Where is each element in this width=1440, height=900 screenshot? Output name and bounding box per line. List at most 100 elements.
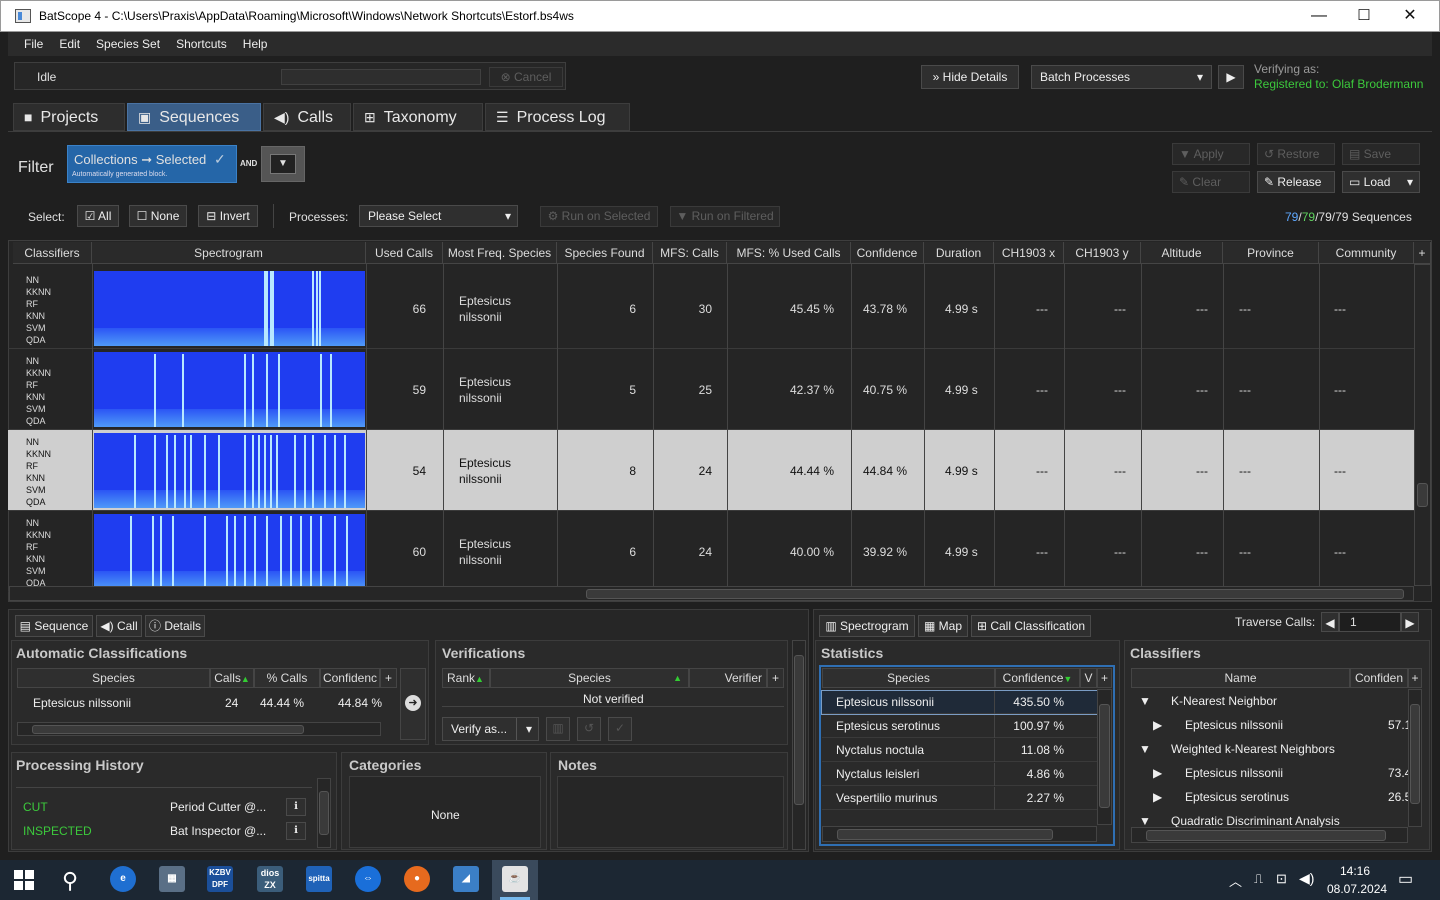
classifier-tree-row[interactable]: ▶ Eptesicus nilssonii 73.49 <box>1131 761 1408 785</box>
expanded-arrow-icon[interactable]: ▼ <box>1139 814 1151 827</box>
traverse-prev-button[interactable]: ◀ <box>1321 612 1339 632</box>
info-icon[interactable]: ℹ <box>286 798 306 816</box>
col-species-found[interactable]: Species Found <box>557 242 653 264</box>
delete-button[interactable]: ▥ <box>546 717 570 741</box>
menu-shortcuts[interactable]: Shortcuts <box>168 32 235 56</box>
menu-edit[interactable]: Edit <box>51 32 88 56</box>
auto-add-col[interactable]: + <box>380 668 397 688</box>
verif-col-rank[interactable]: Rank▲ <box>442 668 490 688</box>
auto-col-conf[interactable]: Confidenc <box>320 668 380 688</box>
dios-icon[interactable]: dios ZX <box>257 866 283 892</box>
release-button[interactable]: ✎ Release <box>1257 171 1335 193</box>
edge-icon[interactable]: e <box>110 866 136 892</box>
tab-taxonomy[interactable]: ⊞ Taxonomy <box>353 103 483 131</box>
calculator-icon[interactable]: ▦ <box>159 866 185 892</box>
stats-vscroll-thumb[interactable] <box>1099 704 1110 808</box>
hide-details-button[interactable]: » Hide Details <box>921 65 1019 89</box>
stats-hscroll[interactable] <box>822 826 1097 842</box>
tab-details[interactable]: ⓘ Details <box>145 615 205 637</box>
lower-left-vscroll-thumb[interactable] <box>794 655 804 805</box>
classifiers-hscroll[interactable] <box>1131 827 1408 843</box>
run-on-filtered-button[interactable]: ▼ Run on Filtered <box>670 206 780 227</box>
teamviewer-icon[interactable]: ⇔ <box>355 866 381 892</box>
network-icon[interactable]: ⊡ <box>1276 871 1287 887</box>
auto-col-pct[interactable]: % Calls <box>254 668 320 688</box>
stats-row[interactable]: Vespertilio murinus 2.27 % <box>822 787 1097 810</box>
table-vscroll-thumb[interactable] <box>1417 483 1428 507</box>
collapsed-arrow-icon[interactable]: ▶ <box>1153 790 1162 804</box>
history-vscroll[interactable] <box>317 778 331 848</box>
classifiers-hscroll-thumb[interactable] <box>1146 830 1386 841</box>
classifier-tree-row[interactable]: ▼ K-Nearest Neighbor <box>1131 689 1408 713</box>
cancel-button[interactable]: ⊗ Cancel <box>489 67 563 87</box>
col-used-calls[interactable]: Used Calls <box>366 242 443 264</box>
spectrogram-thumbnail[interactable] <box>94 271 365 346</box>
classifiers-col-conf[interactable]: Confiden <box>1350 668 1408 688</box>
tab-sequence[interactable]: ▤ Sequence <box>15 615 93 637</box>
save-button[interactable]: ▤ Save <box>1342 143 1420 165</box>
stats-add-col[interactable]: + <box>1097 668 1112 688</box>
auto-col-calls[interactable]: Calls▲ <box>210 668 254 688</box>
col-ch1903-y[interactable]: CH1903 y <box>1064 242 1141 264</box>
traverse-next-button[interactable]: ▶ <box>1401 612 1419 632</box>
spectrogram-thumbnail[interactable] <box>94 352 365 427</box>
stats-row[interactable]: Eptesicus nilssonii 435.50 % <box>821 690 1098 715</box>
col-altitude[interactable]: Altitude <box>1141 242 1223 264</box>
menu-file[interactable]: File <box>16 32 51 56</box>
stats-row[interactable]: Nyctalus leisleri 4.86 % <box>822 763 1097 786</box>
apply-button[interactable]: ▼ Apply <box>1172 143 1250 165</box>
col-classifiers[interactable]: Classifiers <box>13 242 92 264</box>
lower-left-vscroll[interactable] <box>792 640 806 850</box>
undo-button[interactable]: ↺ <box>577 717 601 741</box>
expanded-arrow-icon[interactable]: ▼ <box>1139 742 1151 756</box>
clock-time[interactable]: 14:16 <box>1340 864 1370 878</box>
col-most-freq-species[interactable]: Most Freq. Species <box>443 242 557 264</box>
classifiers-add-col[interactable]: + <box>1408 668 1422 688</box>
load-button[interactable]: ▭ Load ▾ <box>1342 171 1420 193</box>
col-mfs-calls[interactable]: MFS: Calls <box>653 242 727 264</box>
verif-col-verifier[interactable]: Verifier <box>689 668 767 688</box>
arrow-right-circle-icon[interactable]: ➜ <box>405 695 421 711</box>
stats-hscroll-thumb[interactable] <box>837 829 1053 840</box>
chevron-up-icon[interactable]: ︿ <box>1229 871 1242 890</box>
batch-processes-select[interactable]: Batch Processes ▾ <box>1031 65 1212 89</box>
volume-icon[interactable]: ◀) <box>1299 870 1314 887</box>
classifiers-vscroll[interactable] <box>1408 689 1422 827</box>
select-none-button[interactable]: ☐ None <box>129 205 187 227</box>
play-button[interactable]: ▶ <box>1218 65 1244 89</box>
col-mfs-pct[interactable]: MFS: % Used Calls <box>727 242 851 264</box>
verify-as-dropdown[interactable]: Verify as... ▾ <box>442 717 539 741</box>
verif-add-col[interactable]: + <box>767 668 784 688</box>
tab-map[interactable]: ▦ Map <box>918 615 968 637</box>
notes-textarea[interactable] <box>557 776 784 848</box>
close-button[interactable]: ✕ <box>1387 1 1433 31</box>
col-ch1903-x[interactable]: CH1903 x <box>994 242 1064 264</box>
clock-date[interactable]: 08.07.2024 <box>1327 882 1387 896</box>
table-row[interactable]: NN KKNN RF KNN SVM QDA 66 Eptesicus nilssonii 6 30… <box>8 268 1414 349</box>
table-row[interactable]: NN KKNN RF KNN SVM QDA 59 Eptesicus nilssonii 5 25… <box>8 349 1414 430</box>
processes-select[interactable]: Please Select ▾ <box>359 205 518 227</box>
windows-start-icon[interactable] <box>14 870 34 890</box>
classifier-tree-row[interactable]: ▶ Eptesicus nilssonii 57.14 <box>1131 713 1408 737</box>
minimize-button[interactable]: — <box>1296 1 1342 31</box>
invert-button[interactable]: ⊟ Invert <box>198 205 258 227</box>
tab-sequences[interactable]: ▣ Sequences <box>127 103 261 131</box>
verif-col-species[interactable]: Species ▲ <box>490 668 689 688</box>
spectrogram-thumbnail[interactable] <box>94 514 365 589</box>
col-province[interactable]: Province <box>1223 242 1319 264</box>
spectrogram-thumbnail[interactable] <box>94 433 365 508</box>
table-row[interactable]: NN KKNN RF KNN SVM QDA 54 Eptesicus nilssonii 8 24… <box>8 430 1414 511</box>
classifier-tree-row[interactable]: ▼ Weighted k-Nearest Neighbors <box>1131 737 1408 761</box>
run-on-selected-button[interactable]: ⚙ Run on Selected <box>540 206 658 227</box>
classifier-tree-row[interactable]: ▼ Quadratic Discriminant Analysis <box>1131 809 1408 827</box>
stats-col-v[interactable]: V <box>1080 668 1097 688</box>
table-row[interactable]: NN KKNN RF KNN SVM QDA 60 Eptesicus nilssonii 6 24… <box>8 511 1414 592</box>
maximize-button[interactable]: ☐ <box>1341 1 1387 31</box>
confirm-button[interactable]: ✓ <box>608 717 632 741</box>
clear-button[interactable]: ✎ Clear <box>1172 171 1250 193</box>
add-column-button[interactable]: + <box>1414 242 1431 264</box>
tab-process-log[interactable]: ☰ Process Log <box>485 103 630 131</box>
tab-call[interactable]: ◀) Call <box>96 615 142 637</box>
traverse-input[interactable]: 1 <box>1339 612 1401 632</box>
col-spectrogram[interactable]: Spectrogram <box>92 242 366 264</box>
